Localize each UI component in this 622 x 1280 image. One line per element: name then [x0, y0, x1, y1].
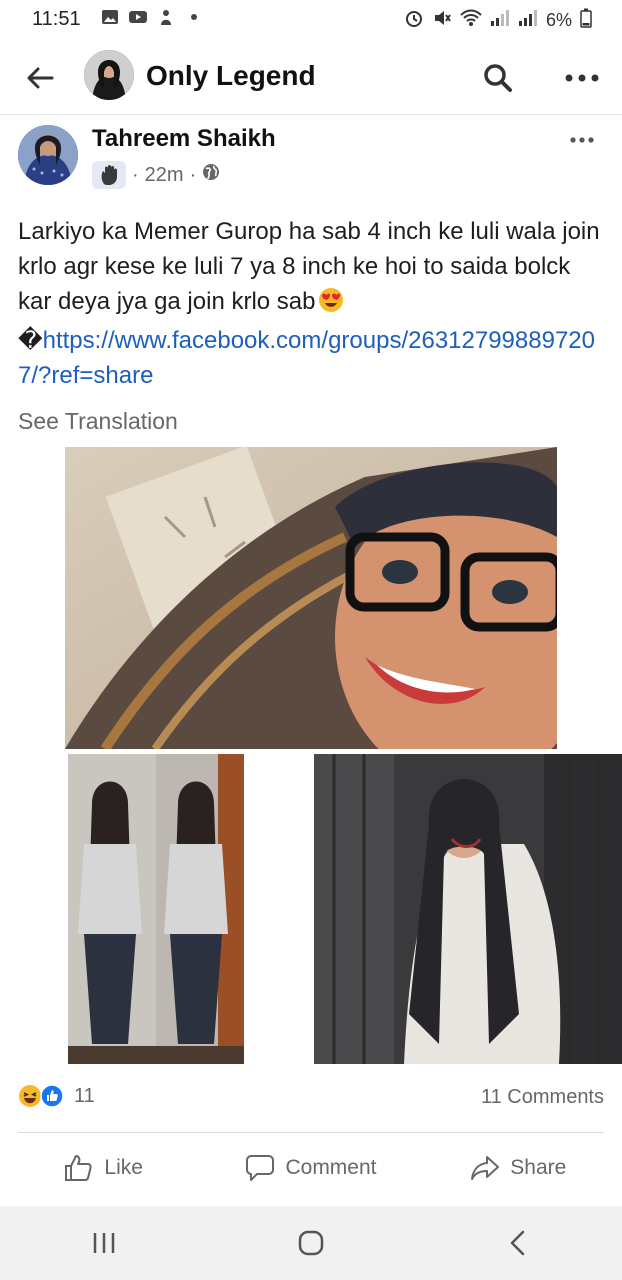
battery-percent: 6% — [545, 10, 572, 30]
wave-badge-icon — [92, 161, 126, 189]
gallery-icon — [100, 8, 120, 26]
meta-separator-2: · — [189, 163, 197, 186]
comment-icon — [246, 1155, 275, 1181]
like-reaction-icon — [40, 1084, 64, 1108]
back-button[interactable] — [20, 58, 60, 98]
group-title[interactable]: Only Legend — [146, 60, 316, 92]
like-button[interactable]: Like — [0, 1134, 207, 1202]
heart-eyes-emoji — [318, 287, 344, 323]
divider — [18, 1132, 604, 1133]
meta-separator: · — [132, 163, 139, 186]
like-icon — [65, 1155, 93, 1181]
mute-icon — [432, 8, 452, 33]
group-avatar[interactable] — [84, 50, 134, 100]
reactions-summary[interactable]: 11 — [18, 1084, 95, 1108]
globe-icon — [202, 163, 220, 187]
post-photo-2[interactable] — [68, 754, 244, 1064]
wifi-icon — [460, 9, 482, 32]
share-label: Share — [510, 1156, 567, 1179]
link-prefix: � — [18, 327, 43, 354]
post-actions: Like Comment Share — [0, 1134, 622, 1202]
notification-icons — [100, 8, 204, 26]
signal-icon-1 — [490, 9, 510, 32]
post-photo-3[interactable] — [314, 754, 622, 1064]
home-button[interactable] — [207, 1206, 414, 1280]
nav-back-icon — [511, 1230, 525, 1256]
comment-label: Comment — [285, 1156, 377, 1179]
nav-back-button[interactable] — [415, 1206, 622, 1280]
status-time: 11:51 — [32, 8, 81, 30]
dot-icon — [184, 8, 204, 26]
post-photo-1[interactable] — [65, 447, 557, 749]
post-header: Tahreem Shaikh · 22m · — [0, 115, 622, 195]
more-icon — [565, 74, 599, 82]
see-translation-link[interactable]: See Translation — [18, 408, 178, 435]
post-body: Larkiyo ka Memer Gurop ha sab 4 inch ke … — [18, 214, 608, 393]
recents-button[interactable] — [0, 1206, 207, 1280]
app-bar: Only Legend — [0, 40, 622, 115]
more-options-button[interactable] — [560, 58, 604, 98]
more-icon — [570, 137, 594, 143]
group-link[interactable]: https://www.facebook.com/groups/26312799… — [18, 327, 595, 389]
battery-icon — [580, 8, 592, 33]
recents-icon — [93, 1233, 114, 1253]
author-name[interactable]: Tahreem Shaikh — [92, 125, 276, 153]
author-avatar[interactable] — [18, 125, 78, 185]
reaction-count: 11 — [74, 1084, 95, 1107]
post-text: Larkiyo ka Memer Gurop ha sab 4 inch ke … — [18, 218, 600, 315]
system-icons: 6% — [404, 8, 592, 33]
status-bar: 11:51 6% — [0, 0, 622, 40]
youtube-icon — [128, 8, 148, 26]
search-icon — [484, 64, 512, 92]
share-icon — [471, 1156, 500, 1180]
post-meta: · 22m · — [92, 161, 220, 189]
system-nav-bar — [0, 1206, 622, 1280]
post-more-button[interactable] — [560, 125, 604, 155]
search-button[interactable] — [478, 58, 518, 98]
comment-button[interactable]: Comment — [207, 1134, 414, 1202]
alarm-icon — [404, 8, 424, 33]
app-notification-icon — [156, 8, 176, 26]
haha-reaction-icon — [18, 1084, 42, 1108]
like-label: Like — [104, 1156, 143, 1179]
back-arrow-icon — [27, 67, 54, 89]
signal-icon-2 — [518, 9, 538, 32]
comments-count[interactable]: 11 Comments — [481, 1086, 604, 1109]
share-button[interactable]: Share — [415, 1134, 622, 1202]
post-time[interactable]: 22m — [145, 164, 184, 187]
home-icon — [298, 1230, 324, 1256]
